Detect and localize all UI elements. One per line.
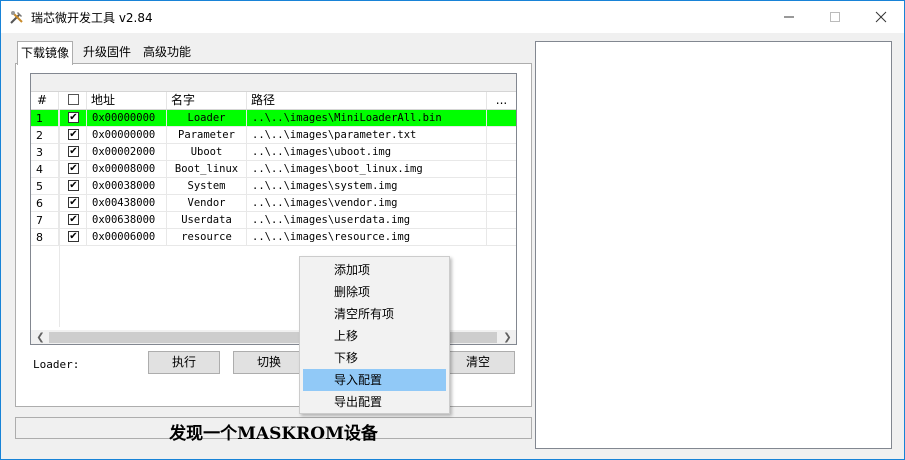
clear-button[interactable]: 清空 [441, 351, 515, 374]
row-checkbox[interactable]: ✔ [68, 214, 79, 225]
menu-delete-item[interactable]: 删除项 [303, 281, 446, 303]
table-row[interactable]: 8 ✔ 0x00006000 resource ..\..\images\resourc… [31, 229, 516, 246]
menu-move-down[interactable]: 下移 [303, 347, 446, 369]
row-name: Parameter [167, 127, 247, 144]
title-bar: 瑞芯微开发工具 v2.84 [1, 1, 904, 33]
header-number[interactable]: # [31, 92, 59, 109]
window-title: 瑞芯微开发工具 v2.84 [31, 11, 153, 25]
header-checkbox[interactable] [68, 94, 79, 105]
table-row[interactable]: 5 ✔ 0x00038000 System ..\..\images\system.im… [31, 178, 516, 195]
menu-import-config[interactable]: 导入配置 [303, 369, 446, 391]
tab-upgrade-firmware[interactable]: 升级固件 [80, 41, 134, 63]
row-check-cell[interactable]: ✔ [59, 212, 87, 229]
menu-clear-all-items[interactable]: 清空所有项 [303, 303, 446, 325]
menu-move-up[interactable]: 上移 [303, 325, 446, 347]
row-more[interactable] [487, 195, 516, 212]
row-more[interactable] [487, 229, 516, 246]
row-check-cell[interactable]: ✔ [59, 144, 87, 161]
maximize-button[interactable] [812, 1, 858, 33]
row-name: Vendor [167, 195, 247, 212]
list-header: # 地址 名字 路径 ... [31, 92, 516, 110]
table-row[interactable]: 4 ✔ 0x00008000 Boot_linux ..\..\images\boot_… [31, 161, 516, 178]
table-row[interactable]: 1 ✔ 0x00000000 Loader ..\..\images\MiniLoade… [31, 110, 516, 127]
tab-advanced[interactable]: 高级功能 [140, 41, 194, 63]
row-address: 0x00638000 [87, 212, 167, 229]
row-path[interactable]: ..\..\images\vendor.img [247, 195, 487, 212]
row-name: Userdata [167, 212, 247, 229]
row-check-cell[interactable]: ✔ [59, 229, 87, 246]
row-name: Uboot [167, 144, 247, 161]
tab-download-image[interactable]: 下载镜像 [17, 41, 74, 65]
row-check-cell[interactable]: ✔ [59, 195, 87, 212]
row-path[interactable]: ..\..\images\userdata.img [247, 212, 487, 229]
row-name: resource [167, 229, 247, 246]
table-row[interactable]: 2 ✔ 0x00000000 Parameter ..\..\images\parame… [31, 127, 516, 144]
minimize-button[interactable] [766, 1, 812, 33]
row-more[interactable] [487, 161, 516, 178]
minimize-icon [784, 16, 794, 18]
row-address: 0x00002000 [87, 144, 167, 161]
row-address: 0x00006000 [87, 229, 167, 246]
row-more[interactable] [487, 127, 516, 144]
row-path[interactable]: ..\..\images\resource.img [247, 229, 487, 246]
execute-button[interactable]: 执行 [148, 351, 220, 374]
scroll-left-icon[interactable]: ❮ [33, 330, 48, 344]
list-number-strip [31, 109, 60, 327]
list-top-band [31, 74, 516, 92]
row-more[interactable] [487, 178, 516, 195]
close-button[interactable] [858, 1, 904, 33]
context-menu: 添加项 删除项 清空所有项 上移 下移 导入配置 导出配置 [299, 256, 450, 414]
row-path[interactable]: ..\..\images\system.img [247, 178, 487, 195]
header-check-all[interactable] [59, 92, 87, 109]
row-checkbox[interactable]: ✔ [68, 146, 79, 157]
row-address: 0x00038000 [87, 178, 167, 195]
row-checkbox[interactable]: ✔ [68, 231, 79, 242]
row-check-cell[interactable]: ✔ [59, 161, 87, 178]
row-path[interactable]: ..\..\images\boot_linux.img [247, 161, 487, 178]
row-address: 0x00000000 [87, 110, 167, 127]
row-name: System [167, 178, 247, 195]
app-tools-icon [10, 11, 23, 24]
row-checkbox[interactable]: ✔ [68, 163, 79, 174]
header-path[interactable]: 路径 [247, 92, 487, 109]
row-checkbox[interactable]: ✔ [68, 129, 79, 140]
row-checkbox[interactable]: ✔ [68, 180, 79, 191]
header-address[interactable]: 地址 [87, 92, 167, 109]
row-address: 0x00438000 [87, 195, 167, 212]
row-path[interactable]: ..\..\images\MiniLoaderAll.bin [247, 110, 487, 127]
table-row[interactable]: 3 ✔ 0x00002000 Uboot ..\..\images\uboot.img [31, 144, 516, 161]
row-path[interactable]: ..\..\images\parameter.txt [247, 127, 487, 144]
loader-label: Loader: [33, 358, 80, 371]
row-more[interactable] [487, 212, 516, 229]
switch-button[interactable]: 切换 [233, 351, 305, 374]
header-name[interactable]: 名字 [167, 92, 247, 109]
row-address: 0x00008000 [87, 161, 167, 178]
row-path[interactable]: ..\..\images\uboot.img [247, 144, 487, 161]
row-address: 0x00000000 [87, 127, 167, 144]
row-name: Loader [167, 110, 247, 127]
status-text: 发现一个MASKROM设备 [169, 424, 378, 444]
table-row[interactable]: 7 ✔ 0x00638000 Userdata ..\..\images\userdat… [31, 212, 516, 229]
row-check-cell[interactable]: ✔ [59, 110, 87, 127]
row-more[interactable] [487, 144, 516, 161]
maximize-icon [830, 12, 840, 22]
scroll-right-icon[interactable]: ❯ [500, 330, 515, 344]
table-row[interactable]: 6 ✔ 0x00438000 Vendor ..\..\images\vendor.im… [31, 195, 516, 212]
row-checkbox[interactable]: ✔ [68, 197, 79, 208]
header-more[interactable]: ... [487, 92, 516, 109]
row-check-cell[interactable]: ✔ [59, 178, 87, 195]
menu-add-item[interactable]: 添加项 [303, 259, 446, 281]
menu-export-config[interactable]: 导出配置 [303, 391, 446, 413]
row-check-cell[interactable]: ✔ [59, 127, 87, 144]
log-panel[interactable] [535, 41, 892, 449]
row-checkbox[interactable]: ✔ [68, 112, 79, 123]
close-icon [875, 11, 887, 23]
row-more[interactable] [487, 110, 516, 127]
row-name: Boot_linux [167, 161, 247, 178]
